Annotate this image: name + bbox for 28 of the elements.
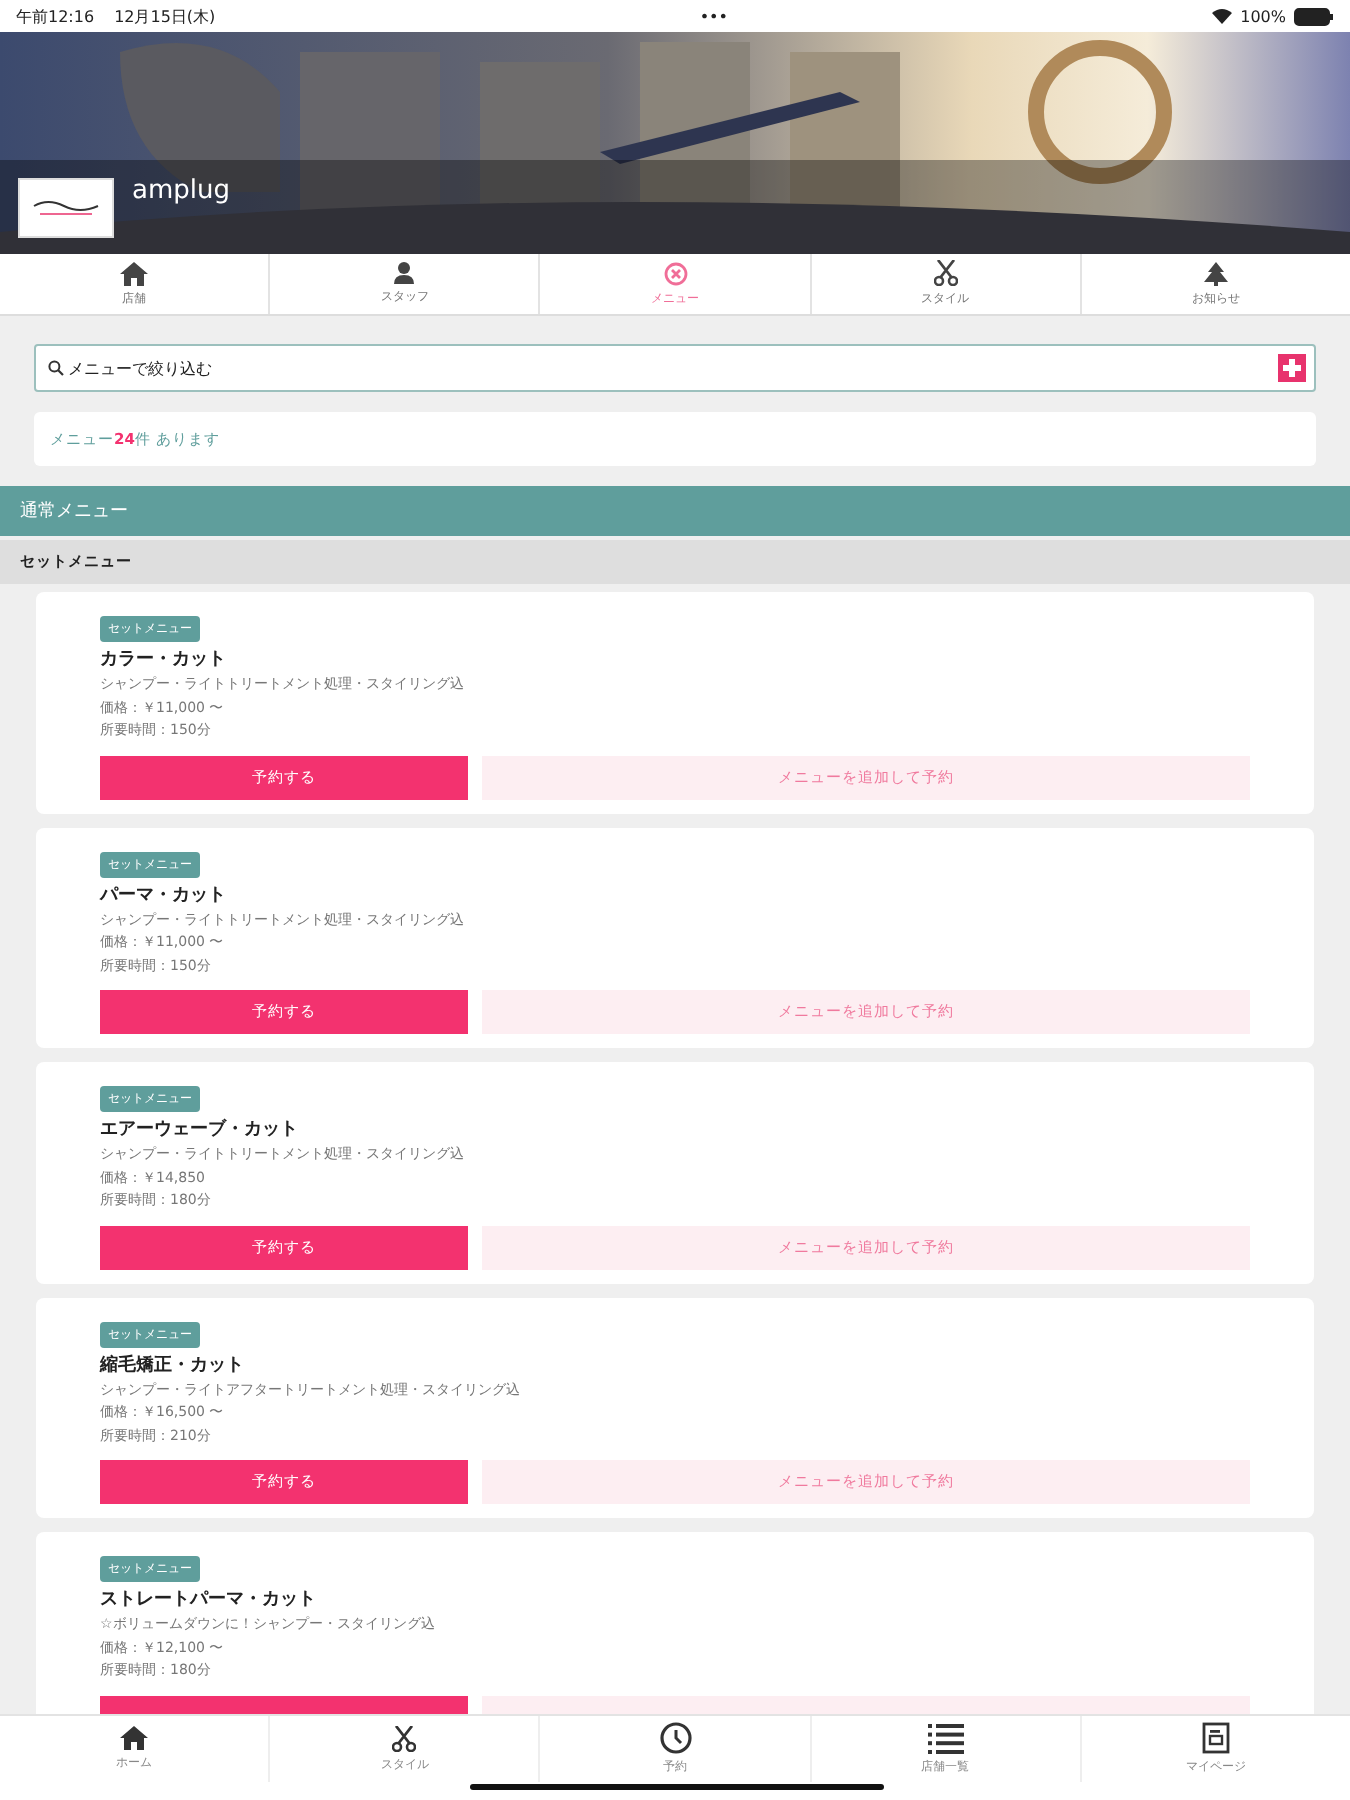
plus-icon[interactable]	[1278, 354, 1306, 382]
menu-name: エアーウェーブ・カット	[100, 1118, 300, 1144]
section-header: 通常メニュー	[0, 486, 1350, 536]
clock-time: 午前12:16	[16, 5, 95, 27]
menu-name: パーマ・カット	[100, 883, 228, 909]
date-text: 12月15日(木)	[114, 5, 216, 27]
home-icon	[120, 261, 149, 285]
scissors-icon	[392, 1725, 417, 1751]
shop-name: amplug	[132, 176, 230, 206]
tree-icon	[1203, 261, 1228, 285]
home-icon	[120, 1726, 149, 1750]
menu-name: カラー・カット	[100, 648, 228, 674]
person-icon	[394, 262, 415, 284]
scissors-icon	[933, 260, 958, 286]
menu-name: ストレートパーマ・カット	[100, 1588, 318, 1614]
circle-x-icon	[663, 261, 687, 285]
wifi-icon	[1212, 8, 1233, 24]
menu-name: 縮毛矯正・カット	[100, 1353, 246, 1379]
shop-logo	[18, 177, 114, 237]
search-input[interactable]: メニューで絞り込む	[68, 359, 1274, 377]
battery-icon	[1293, 7, 1334, 25]
list-icon	[927, 1723, 964, 1753]
battery-percent: 100%	[1240, 7, 1286, 25]
search-field[interactable]: メニューで絞り込む	[34, 344, 1316, 392]
search-icon	[48, 360, 64, 376]
document-icon	[1201, 1722, 1230, 1754]
multitask-dots: •••	[699, 7, 728, 25]
clock-icon	[659, 1722, 691, 1754]
